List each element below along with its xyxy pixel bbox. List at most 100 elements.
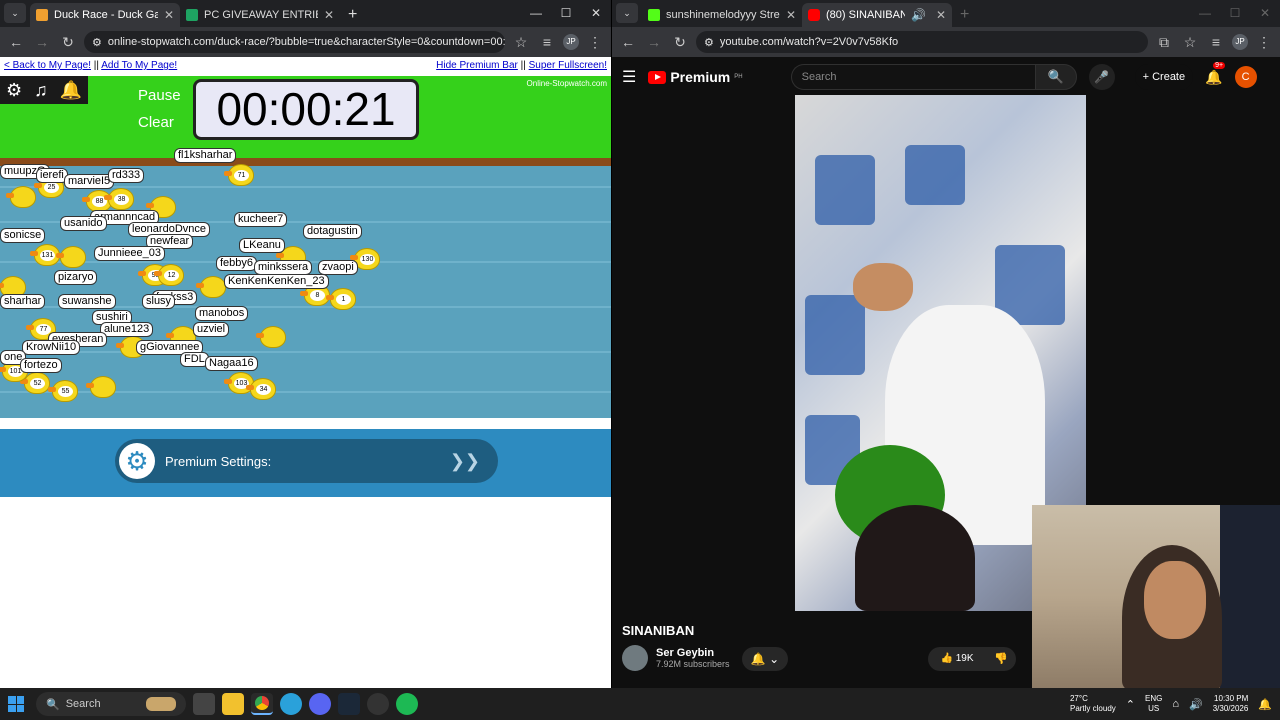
new-tab-button[interactable]: +: [952, 3, 977, 27]
tab-stream[interactable]: sunshinemelodyyy Stream - W ✕: [642, 3, 802, 27]
site-info-icon[interactable]: ⚙: [92, 36, 102, 49]
tab-search-button[interactable]: ⌄: [616, 2, 638, 23]
like-button[interactable]: 👍 19K: [928, 647, 986, 671]
task-view-icon[interactable]: [193, 693, 215, 715]
microphone-icon[interactable]: 🎤: [1088, 64, 1115, 90]
forward-icon[interactable]: →: [32, 34, 52, 50]
minimize-icon[interactable]: —: [521, 0, 551, 27]
duck-beak: [146, 203, 154, 208]
music-mute-icon[interactable]: ♫: [34, 80, 48, 101]
media-icon[interactable]: ≡: [537, 34, 557, 50]
profile-avatar[interactable]: JP: [1232, 34, 1248, 50]
youtube-logo[interactable]: Premium PH: [648, 69, 743, 85]
back-icon[interactable]: ←: [618, 34, 638, 50]
discord-icon[interactable]: [309, 693, 331, 715]
super-fullscreen-link[interactable]: Super Fullscreen!: [529, 60, 607, 71]
maximize-icon[interactable]: ☐: [551, 0, 581, 27]
speaker-icon[interactable]: 🔊: [911, 8, 926, 22]
close-icon[interactable]: ✕: [164, 8, 174, 22]
close-icon[interactable]: ✕: [786, 8, 796, 22]
tab-giveaway[interactable]: PC GIVEAWAY ENTRIES MAY 20 ✕: [180, 3, 340, 27]
windows-start-icon[interactable]: [8, 696, 24, 712]
duck-beak: [6, 193, 14, 198]
url-text: youtube.com/watch?v=2V0v7v58Kfo: [719, 36, 899, 48]
search-input[interactable]: Search: [790, 64, 1035, 90]
gaming-chair: [1220, 505, 1280, 691]
duck-name-bubble: slusy: [142, 294, 176, 309]
address-bar[interactable]: ⚙ youtube.com/watch?v=2V0v7v58Kfo: [696, 31, 1148, 53]
reload-icon[interactable]: ↻: [58, 34, 78, 51]
bookmark-star-icon[interactable]: ☆: [511, 34, 531, 51]
premium-brand: Premium: [670, 69, 731, 85]
network-icon[interactable]: ⌂: [1172, 698, 1179, 710]
search-icon[interactable]: 🔍: [1034, 64, 1077, 90]
subscribed-bell-button[interactable]: 🔔 ⌄: [742, 647, 788, 671]
add-to-my-page-link[interactable]: Add To My Page!: [101, 60, 177, 71]
tray-overflow-icon[interactable]: ⌃: [1126, 698, 1135, 711]
forward-icon[interactable]: →: [644, 34, 664, 50]
account-avatar[interactable]: C: [1234, 66, 1257, 88]
tab-duck-race[interactable]: Duck Race - Duck Games ✕: [30, 3, 180, 27]
tab-youtube[interactable]: (80) SINANIBAN - YouTube 🔊 ✕: [802, 3, 952, 27]
taskbar-search[interactable]: 🔍 Search: [36, 692, 186, 716]
notifications-bell-icon[interactable]: 🔔 9+: [1205, 61, 1226, 86]
duck-race-canvas[interactable]: ⚙ ♫ 🔔 Pause Clear 00:00:21 Online-Stopwa…: [0, 76, 611, 418]
duck-beak: [326, 295, 334, 300]
close-window-icon[interactable]: ✕: [581, 0, 611, 27]
menu-icon[interactable]: ⋮: [1254, 34, 1274, 51]
clear-button[interactable]: Clear: [138, 114, 174, 131]
close-window-icon[interactable]: ✕: [1250, 0, 1280, 27]
address-bar[interactable]: ⚙ online-stopwatch.com/duck-race/?bubble…: [84, 31, 505, 53]
gear-icon: ⚙: [119, 443, 155, 479]
file-explorer-icon[interactable]: [222, 693, 244, 715]
bell-sound-icon[interactable]: 🔔: [60, 80, 82, 101]
clock[interactable]: 10:30 PM 3/30/2026: [1213, 694, 1249, 714]
dislike-button[interactable]: 👎: [986, 647, 1016, 671]
menu-icon[interactable]: ⋮: [585, 34, 605, 51]
pause-button[interactable]: Pause: [138, 87, 181, 104]
close-icon[interactable]: ✕: [324, 8, 334, 22]
back-to-my-page-link[interactable]: < Back to My Page!: [4, 60, 91, 71]
duck-number: 130: [360, 254, 375, 265]
chrome-icon[interactable]: [251, 693, 273, 715]
new-tab-button[interactable]: +: [340, 3, 365, 27]
separator: ||: [93, 60, 99, 71]
telegram-icon[interactable]: [280, 693, 302, 715]
weather-widget[interactable]: 27°C Partly cloudy: [1070, 694, 1116, 714]
hide-premium-bar-link[interactable]: Hide Premium Bar: [436, 60, 518, 71]
media-icon[interactable]: ≡: [1206, 34, 1226, 50]
premium-bar: ⚙ Premium Settings: ❯❯: [0, 429, 611, 497]
tab-search-button[interactable]: ⌄: [4, 2, 26, 23]
reload-icon[interactable]: ↻: [670, 34, 690, 51]
language-indicator[interactable]: ENG US: [1145, 694, 1162, 714]
obs-icon[interactable]: [367, 693, 389, 715]
steam-icon[interactable]: [338, 693, 360, 715]
duck-name-bubble: LKeanu: [239, 238, 285, 253]
separator: ||: [520, 60, 526, 71]
taskbar: 🔍 Search 27°C Partly cloudy ⌃ ENG US ⌂ 🔊…: [0, 688, 1280, 720]
premium-settings-button[interactable]: ⚙ Premium Settings: ❯❯: [115, 439, 498, 483]
system-tray: 27°C Partly cloudy ⌃ ENG US ⌂ 🔊 10:30 PM…: [1070, 694, 1272, 714]
profile-avatar[interactable]: JP: [563, 34, 579, 50]
site-info-icon[interactable]: ⚙: [704, 36, 714, 49]
create-button[interactable]: + Create: [1134, 64, 1194, 90]
duck-beak: [224, 171, 232, 176]
duck-racer: 38: [104, 188, 134, 210]
notification-icon[interactable]: 🔔: [1258, 698, 1272, 711]
minimize-icon[interactable]: —: [1190, 0, 1220, 27]
lang-code: ENG: [1145, 694, 1163, 703]
channel-name[interactable]: Ser Geybin: [656, 647, 730, 659]
back-icon[interactable]: ←: [6, 34, 26, 50]
channel-avatar[interactable]: [622, 645, 648, 671]
settings-gear-icon[interactable]: ⚙: [6, 80, 22, 101]
install-app-icon[interactable]: ⧉: [1154, 34, 1174, 51]
volume-icon[interactable]: 🔊: [1189, 698, 1203, 711]
subscriber-count: 7.92M subscribers: [656, 659, 730, 669]
bookmark-star-icon[interactable]: ☆: [1180, 34, 1200, 51]
maximize-icon[interactable]: ☐: [1220, 0, 1250, 27]
hamburger-menu-icon[interactable]: ☰: [622, 67, 636, 87]
spotify-icon[interactable]: [396, 693, 418, 715]
duck-name-bubble: uzviel: [193, 322, 230, 337]
close-icon[interactable]: ✕: [936, 8, 946, 22]
channel-info[interactable]: Ser Geybin 7.92M subscribers: [622, 645, 730, 671]
